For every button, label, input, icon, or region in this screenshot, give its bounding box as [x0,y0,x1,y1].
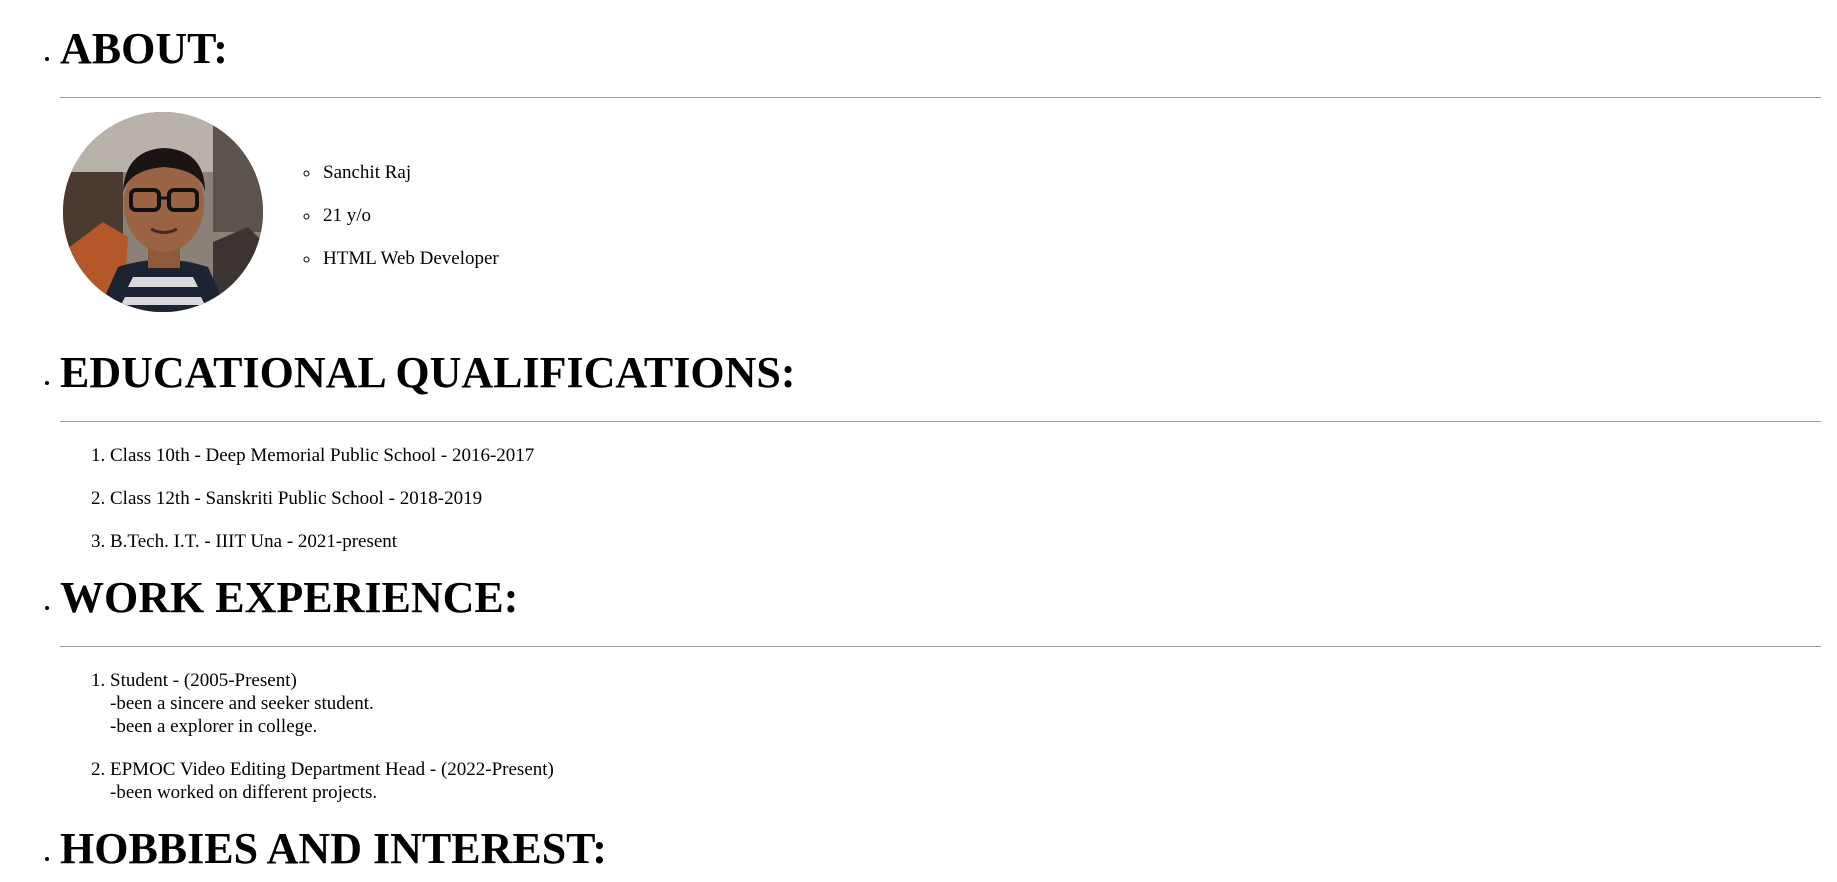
section-about: ABOUT: [60,0,1821,312]
about-details-list: Sanchit Raj 21 y/o HTML Web Developer [263,162,499,291]
work-list: Student - (2005-Present) -been a sincere… [60,669,1821,804]
about-age: 21 y/o [321,205,499,227]
page-content: ABOUT: [0,0,1837,882]
about-role: HTML Web Developer [321,248,499,270]
section-education: EDUCATIONAL QUALIFICATIONS: Class 10th -… [60,348,1821,553]
education-heading: EDUCATIONAL QUALIFICATIONS: [60,348,796,397]
avatar [63,112,263,312]
work-item-heading: EPMOC Video Editing Department Head - (2… [110,759,554,780]
avatar-photo [63,112,263,312]
work-item-detail: -been a sincere and seeker student. [110,693,374,714]
about-heading: ABOUT: [60,24,228,73]
resume-sections: ABOUT: [0,0,1821,882]
work-item: EPMOC Video Editing Department Head - (2… [110,758,1821,804]
section-work-experience: WORK EXPERIENCE: Student - (2005-Present… [60,573,1821,804]
about-divider [60,97,1821,98]
work-item-detail: -been a explorer in college. [110,716,318,737]
education-item: B.Tech. I.T. - IIIT Una - 2021-present [110,530,1821,553]
section-hobbies: HOBBIES AND INTEREST: [60,824,1821,874]
education-divider [60,421,1821,422]
work-item: Student - (2005-Present) -been a sincere… [110,669,1821,738]
education-list: Class 10th - Deep Memorial Public School… [60,444,1821,553]
about-name: Sanchit Raj [321,162,499,184]
work-item-heading: Student - (2005-Present) [110,670,297,691]
education-item: Class 10th - Deep Memorial Public School… [110,444,1821,467]
work-divider [60,646,1821,647]
hobbies-heading: HOBBIES AND INTEREST: [60,824,607,873]
work-heading: WORK EXPERIENCE: [60,573,519,622]
work-item-detail: -been worked on different projects. [110,782,378,803]
education-item: Class 12th - Sanskriti Public School - 2… [110,487,1821,510]
about-body: Sanchit Raj 21 y/o HTML Web Developer [60,112,1821,312]
